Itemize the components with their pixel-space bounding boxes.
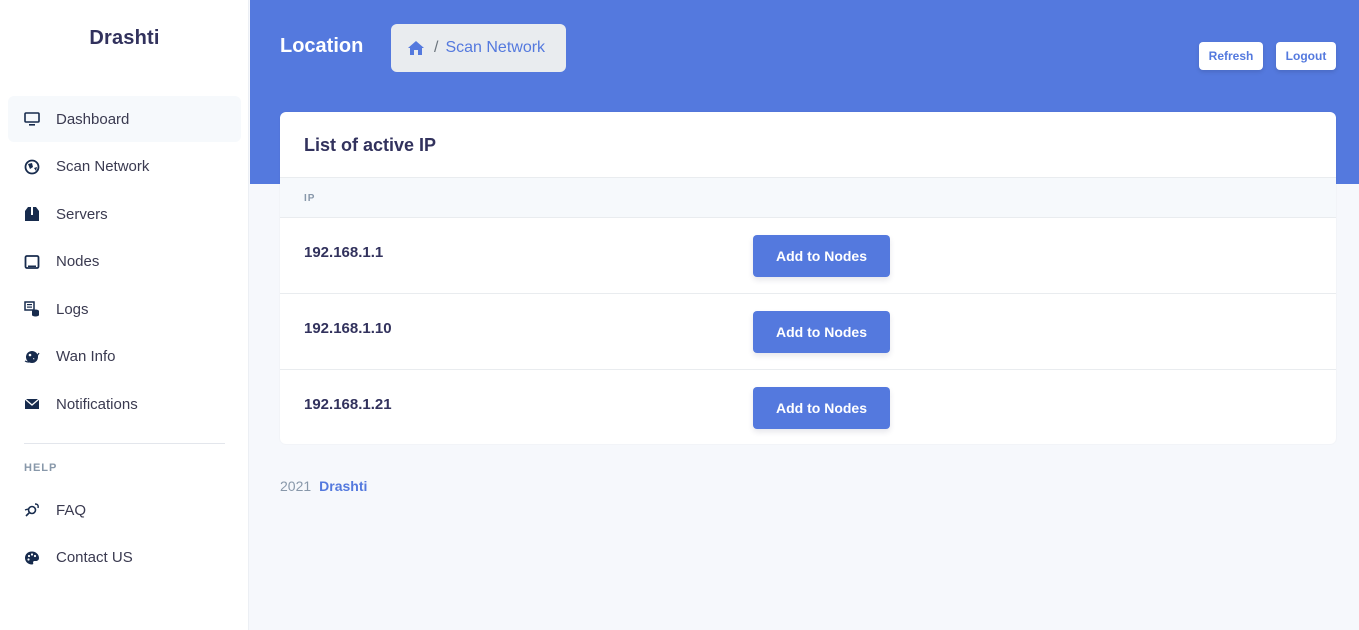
ip-address: 192.168.1.10 [304, 320, 392, 337]
monitor-icon [24, 111, 40, 127]
logs-icon [24, 301, 40, 317]
footer-link[interactable]: Drashti [319, 478, 367, 494]
sidebar-item-label: Notifications [56, 395, 138, 413]
add-to-nodes-button[interactable]: Add to Nodes [753, 387, 890, 429]
sidebar-item-servers[interactable]: Servers [8, 191, 241, 237]
sidebar-item-label: Nodes [56, 253, 100, 270]
sidebar-item-logs[interactable]: Logs [8, 286, 241, 332]
sidebar-item-label: FAQ [56, 501, 87, 519]
breadcrumb-separator: / [434, 39, 439, 56]
globe-icon [24, 159, 40, 175]
breadcrumb: / Scan Network [391, 24, 566, 72]
refresh-button[interactable]: Refresh [1199, 42, 1263, 70]
ip-address: 192.168.1.1 [304, 244, 384, 261]
envelope-icon [24, 396, 40, 412]
sidebar-divider [24, 443, 225, 444]
help-nav: FAQ Contact US [8, 487, 241, 582]
sidebar-item-faq[interactable]: FAQ [8, 487, 241, 533]
table-row: 192.168.1.10 Add to Nodes [280, 294, 1336, 370]
sidebar-nav: Dashboard Scan Network Servers Nodes Log… [8, 96, 241, 429]
ip-address: 192.168.1.21 [304, 396, 392, 413]
sidebar-item-wan-info[interactable]: Wan Info [8, 334, 241, 380]
sidebar-item-scan-network[interactable]: Scan Network [8, 144, 241, 190]
table-header: IP [280, 177, 1336, 218]
sidebar-item-label: Servers [56, 205, 108, 223]
footer: 2021 Drashti [280, 478, 367, 494]
tablet-icon [24, 254, 40, 270]
add-to-nodes-button[interactable]: Add to Nodes [753, 311, 890, 353]
sidebar: Drashti Dashboard Scan Network Servers N… [0, 0, 249, 630]
active-ip-card: List of active IP IP 192.168.1.1 Add to … [280, 112, 1336, 444]
home-icon[interactable] [407, 40, 425, 56]
sidebar-item-contact-us[interactable]: Contact US [8, 535, 241, 581]
palette-icon [24, 550, 40, 566]
breadcrumb-current[interactable]: Scan Network [445, 39, 545, 57]
sidebar-item-label: Scan Network [56, 158, 150, 175]
sidebar-item-label: Wan Info [56, 348, 116, 365]
add-to-nodes-button[interactable]: Add to Nodes [753, 235, 890, 277]
sidebar-item-notifications[interactable]: Notifications [8, 381, 241, 427]
table-row: 192.168.1.21 Add to Nodes [280, 370, 1336, 444]
sidebar-item-dashboard[interactable]: Dashboard [8, 96, 241, 142]
sidebar-item-label: Dashboard [56, 110, 130, 128]
card-title: List of active IP [304, 135, 437, 155]
box-icon [24, 206, 40, 222]
logout-button[interactable]: Logout [1276, 42, 1336, 70]
satellite-icon [24, 502, 40, 518]
brand-logo[interactable]: Drashti [0, 27, 249, 50]
table-row: 192.168.1.1 Add to Nodes [280, 218, 1336, 294]
sidebar-item-label: Contact US [56, 549, 133, 566]
footer-year: 2021 [280, 478, 312, 494]
column-header-ip: IP [304, 193, 316, 204]
sidebar-item-nodes[interactable]: Nodes [8, 239, 241, 285]
help-heading: HELP [24, 462, 58, 474]
planet-icon [24, 349, 40, 365]
page-title: Location [280, 35, 364, 57]
sidebar-item-label: Logs [56, 300, 89, 318]
